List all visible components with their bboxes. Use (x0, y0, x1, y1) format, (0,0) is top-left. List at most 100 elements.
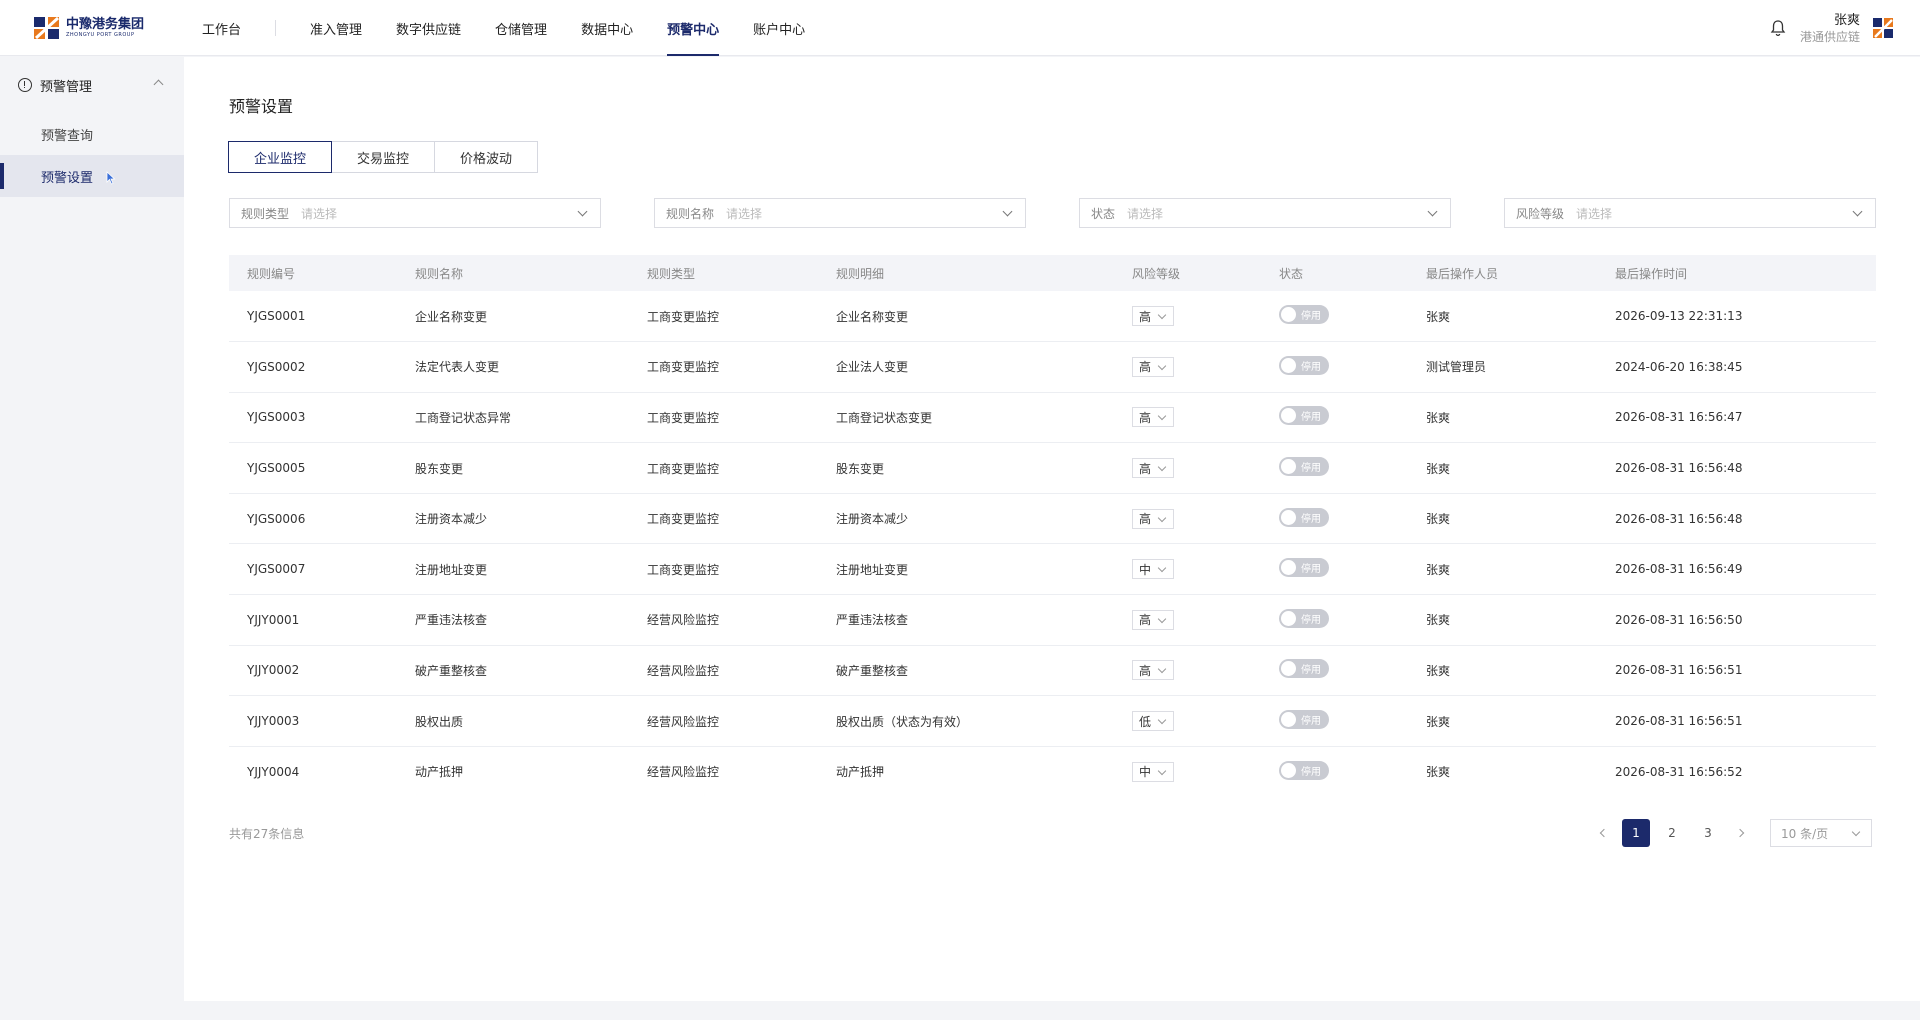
table-row[interactable]: YJJY0001 严重违法核查 经营风险监控 严重违法核查高停用 张爽 2026-08-3… (229, 594, 1876, 646)
tab-transaction-monitor[interactable]: 交易监控 (331, 141, 436, 173)
rules-table-container[interactable]: 规则编号 规则名称 规则类型 规则明细 风险等级 状态 最后操作人员 最后操作时… (229, 255, 1876, 793)
table-row[interactable]: YJJY0002 破产重整核查 经营风险监控 破产重整核查高停用 张爽 2026-08-3… (229, 645, 1876, 697)
nav-digital-supply-chain[interactable]: 数字供应链 (379, 0, 478, 56)
page-button[interactable]: 2 (1658, 819, 1686, 847)
cell-rule-detail: 严重违法核查 (818, 594, 1114, 646)
cell-operator: 张爽 (1408, 543, 1597, 596)
status-toggle[interactable]: 停用 (1279, 507, 1329, 527)
table-row[interactable]: YJGS0003 工商登记状态异常 工商变更监控 工商登记状态变更高 停用 张爽 2026-… (229, 392, 1876, 444)
risk-level-select[interactable]: 中 (1132, 559, 1174, 580)
risk-level-select[interactable]: 中 (1132, 761, 1174, 782)
risk-level-select[interactable]: 高 (1132, 458, 1174, 479)
toggle-label: 停用 (1301, 564, 1321, 576)
nav-account-center[interactable]: 账户中心 (736, 0, 822, 56)
risk-level-select[interactable]: 风险等级 请选择 (1504, 198, 1876, 228)
risk-level-select[interactable]: 低 (1132, 711, 1174, 732)
rule-name-select[interactable]: 规则名称 请选择 (654, 198, 1026, 228)
table-row[interactable]: YJGS0005 股东变更 工商变更监控 股东变更高停用 张爽 2026-08-31 16… (229, 442, 1876, 494)
sidebar-item-alert-settings[interactable]: 预警设置 (0, 155, 184, 197)
filter-label: 状态 (1091, 206, 1116, 221)
cell-rule-name: 股东变更 (397, 442, 629, 494)
cell-status: 停用 (1261, 746, 1408, 793)
page-button[interactable]: 1 (1622, 819, 1650, 847)
sidebar-group-label: 预警管理 (40, 79, 93, 95)
toggle-label: 停用 (1301, 311, 1321, 323)
cell-rule-code: YJJY0002 (229, 645, 397, 697)
status-toggle[interactable]: 停用 (1279, 608, 1329, 628)
cell-operator: 测试管理员 (1408, 341, 1597, 393)
user-info[interactable]: 张爽 港通供应链 (1800, 12, 1860, 45)
nav-data-center[interactable]: 数据中心 (564, 0, 650, 56)
tab-price-fluctuation[interactable]: 价格波动 (434, 141, 539, 173)
cell-operator: 张爽 (1408, 594, 1597, 646)
status-toggle[interactable]: 停用 (1279, 406, 1329, 426)
cell-operation-time: 2026-08-31 16:56:51 (1597, 695, 1876, 747)
status-toggle[interactable]: 停用 (1279, 659, 1329, 679)
nav-workbench[interactable]: 工作台 (186, 0, 275, 56)
cell-status: 停用 (1261, 645, 1408, 697)
cell-status: 停用 (1261, 543, 1408, 596)
cell-rule-detail: 企业名称变更 (818, 291, 1114, 343)
company-logo[interactable]: 中豫港务集团 ZHONGYU PORT GROUP (32, 12, 144, 44)
status-toggle[interactable]: 停用 (1279, 558, 1329, 578)
toggle-label: 停用 (1301, 716, 1321, 728)
nav-alert-center[interactable]: 预警中心 (650, 0, 736, 56)
table-row[interactable]: YJGS0007 注册地址变更 工商变更监控 注册地址变更中停用 张爽 2026-08-3… (229, 543, 1876, 596)
toggle-knob (1281, 509, 1296, 525)
filter-placeholder: 请选择 (726, 206, 763, 221)
cell-risk-level: 高 (1114, 645, 1261, 697)
table-row[interactable]: YJGS0001 企业名称变更 工商变更监控 企业名称变更高停用 张爽 2026-09-1… (229, 291, 1876, 343)
risk-level-select[interactable]: 高 (1132, 407, 1174, 428)
status-toggle[interactable]: 停用 (1279, 305, 1329, 325)
sidebar-item-alert-query[interactable]: 预警查询 (0, 113, 184, 155)
cell-rule-code: YJJY0004 (229, 746, 397, 793)
rule-type-select[interactable]: 规则类型 请选择 (229, 198, 601, 228)
cell-rule-code: YJGS0002 (229, 341, 397, 393)
table-header-row: 规则编号 规则名称 规则类型 规则明细 风险等级 状态 最后操作人员 最后操作时… (229, 255, 1876, 291)
chevron-up-icon (153, 79, 164, 90)
toggle-label: 停用 (1301, 412, 1321, 424)
status-select[interactable]: 状态 请选择 (1079, 198, 1451, 228)
bell-icon[interactable] (1770, 19, 1786, 37)
nav-warehouse-management[interactable]: 仓储管理 (478, 0, 564, 56)
cell-rule-detail: 动产抵押 (818, 746, 1114, 793)
avatar[interactable] (1872, 17, 1894, 39)
status-toggle[interactable]: 停用 (1279, 355, 1329, 375)
sidebar-group-alert-management[interactable]: 预警管理 (0, 57, 184, 113)
table-row[interactable]: YJJY0003 股权出质 经营风险监控 股权出质（状态为有效） 低 停用 张爽 2026-0… (229, 695, 1876, 747)
risk-level-select[interactable]: 高 (1132, 356, 1174, 377)
table-row[interactable]: YJJY0004 动产抵押 经营风险监控 动产抵押中停用 张爽 2026-08-31 16… (229, 746, 1876, 793)
table-row[interactable]: YJGS0006 注册资本减少 工商变更监控 注册资本减少高停用 张爽 2026-08-3… (229, 493, 1876, 545)
toggle-knob (1281, 712, 1296, 728)
filter-placeholder: 请选择 (1127, 206, 1164, 221)
cell-operation-time: 2026-08-31 16:56:49 (1597, 543, 1876, 596)
logo-mark-icon (34, 16, 60, 40)
table-row[interactable]: YJGS0002 法定代表人变更 工商变更监控 企业法人变更高 停用 测试管理员 2024-… (229, 341, 1876, 393)
cell-rule-code: YJGS0005 (229, 442, 397, 494)
nav-access-management[interactable]: 准入管理 (293, 0, 379, 56)
toggle-knob (1281, 610, 1296, 626)
risk-level-select[interactable]: 高 (1132, 508, 1174, 529)
toggle-knob (1281, 408, 1296, 424)
cell-rule-code: YJGS0006 (229, 493, 397, 545)
status-toggle[interactable]: 停用 (1279, 457, 1329, 477)
next-page-button[interactable] (1726, 819, 1754, 847)
cell-rule-code: YJGS0003 (229, 392, 397, 444)
risk-level-select[interactable]: 高 (1132, 660, 1174, 681)
rules-table: 规则编号 规则名称 规则类型 规则明细 风险等级 状态 最后操作人员 最后操作时… (229, 255, 1876, 793)
cell-operator: 张爽 (1408, 645, 1597, 697)
cell-rule-code: YJJY0003 (229, 695, 397, 747)
column-header-operator: 最后操作人员 (1408, 255, 1597, 291)
status-toggle[interactable]: 停用 (1279, 760, 1329, 780)
prev-page-button[interactable] (1590, 819, 1618, 847)
toggle-knob (1281, 762, 1296, 778)
tab-enterprise-monitor[interactable]: 企业监控 (228, 141, 333, 173)
status-toggle[interactable]: 停用 (1279, 710, 1329, 730)
page-button[interactable]: 3 (1694, 819, 1722, 847)
filter-label: 风险等级 (1516, 206, 1565, 221)
chevron-down-icon (1427, 206, 1438, 217)
cell-rule-name: 注册资本减少 (397, 493, 629, 545)
risk-level-select[interactable]: 高 (1132, 609, 1174, 630)
risk-level-select[interactable]: 高 (1132, 306, 1174, 327)
page-size-select[interactable]: 10 条/页 (1770, 819, 1872, 847)
